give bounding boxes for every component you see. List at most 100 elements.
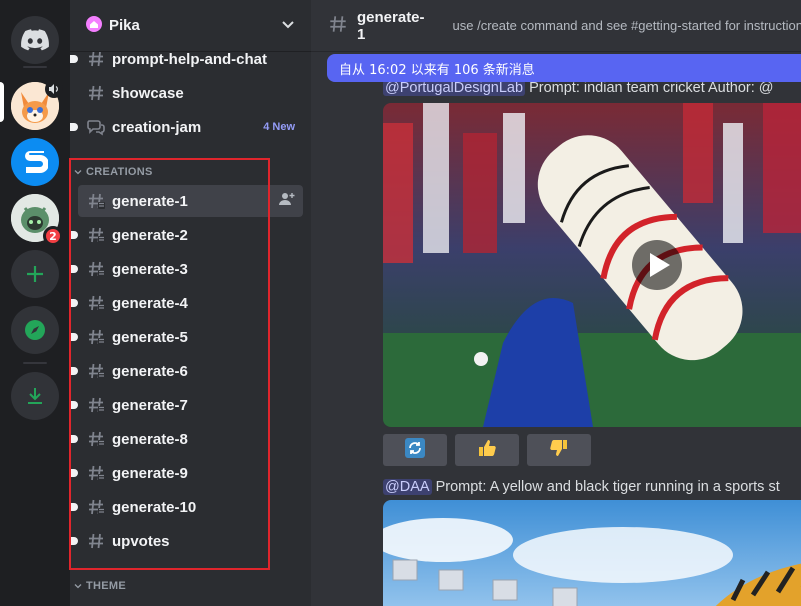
channel-label: generate-10 <box>112 498 197 516</box>
channel-title: generate-1 <box>357 8 425 43</box>
new-messages-label: 自从 16:02 以来有 106 条新消息 <box>339 62 535 78</box>
add-server-button[interactable] <box>11 250 59 298</box>
mention-badge: 2 <box>43 226 63 246</box>
download-apps-button[interactable] <box>11 372 59 420</box>
reaction-button-row <box>383 434 591 466</box>
channel-label: showcase <box>112 84 184 102</box>
message-text: Prompt: A yellow and black tiger running… <box>435 479 780 495</box>
guild-header[interactable]: Pika <box>70 0 311 52</box>
channel-generate-3[interactable]: generate-3 <box>70 253 303 285</box>
speaker-icon <box>45 80 63 98</box>
add-member-icon[interactable] <box>279 191 295 211</box>
unread-indicator <box>70 55 78 63</box>
new-posts-tag: 4 New <box>263 121 295 133</box>
explore-servers-button[interactable] <box>11 306 59 354</box>
channel-generate-6[interactable]: generate-6 <box>70 355 303 387</box>
image-attachment[interactable] <box>383 500 801 606</box>
hash-icon <box>327 13 349 39</box>
channel-label: generate-4 <box>112 294 188 312</box>
user-mention[interactable]: @PortugalDesignLab <box>383 80 526 96</box>
unread-indicator <box>70 537 78 545</box>
hash-icon <box>86 259 106 279</box>
channel-label: prompt-help-and-chat <box>112 50 267 68</box>
channel-label: generate-8 <box>112 430 188 448</box>
download-icon <box>25 386 45 406</box>
channel-label: generate-6 <box>112 362 188 380</box>
message-text: Prompt: indian team cricket Author: @ <box>529 80 774 96</box>
unread-indicator <box>70 401 78 409</box>
channel-label: upvotes <box>112 532 170 550</box>
guild-name: Pika <box>109 17 140 34</box>
chevron-down-icon <box>74 170 82 175</box>
plus-icon <box>25 264 45 284</box>
tiger-image-thumbnail <box>383 500 801 606</box>
category-label: THEME <box>86 580 126 592</box>
shapes-server-icon <box>22 147 48 177</box>
video-attachment[interactable] <box>383 103 801 427</box>
channel-topic[interactable]: use /create command and see #getting-sta… <box>453 18 801 33</box>
channel-generate-2[interactable]: generate-2 <box>70 219 303 251</box>
refresh-button[interactable] <box>383 434 447 466</box>
unread-indicator <box>70 299 78 307</box>
channel-label: generate-2 <box>112 226 188 244</box>
hash-icon <box>86 531 106 551</box>
hash-icon <box>86 83 106 103</box>
discord-logo-icon <box>21 29 49 51</box>
thumbs-down-icon <box>549 438 569 462</box>
channel-upvotes[interactable]: upvotes <box>70 525 303 557</box>
hash-icon <box>86 191 106 211</box>
channel-generate-7[interactable]: generate-7 <box>70 389 303 421</box>
hash-icon <box>86 463 106 483</box>
unread-indicator <box>70 435 78 443</box>
channel-label: generate-3 <box>112 260 188 278</box>
cricket-video-thumbnail <box>383 103 801 427</box>
hash-icon <box>86 49 106 69</box>
message-content: @DAA Prompt: A yellow and black tiger ru… <box>383 479 780 495</box>
channel-sidebar: Pika prompt-help-and-chat showcase creat… <box>70 0 311 606</box>
selected-server-pill <box>0 82 4 122</box>
category-theme[interactable]: THEME <box>74 577 126 595</box>
message-content: @PortugalDesignLab Prompt: indian team c… <box>383 80 774 96</box>
server-pika[interactable] <box>11 80 63 130</box>
channel-generate-1[interactable]: generate-1 <box>78 185 303 217</box>
downvote-button[interactable] <box>527 434 591 466</box>
discord-window: 2 Pika prompt-help-and-chat showcase cre… <box>0 0 801 606</box>
channel-showcase[interactable]: showcase <box>78 77 303 109</box>
rail-separator <box>23 362 47 364</box>
hash-icon <box>86 225 106 245</box>
unread-indicator <box>70 503 78 511</box>
chevron-down-icon <box>74 584 82 589</box>
hash-icon <box>86 429 106 449</box>
house-icon <box>86 15 102 36</box>
hash-icon <box>86 395 106 415</box>
channel-label: generate-1 <box>112 192 188 210</box>
server-shapes[interactable] <box>11 138 59 186</box>
unread-indicator <box>70 265 78 273</box>
chevron-down-icon <box>281 16 295 35</box>
unread-indicator <box>70 367 78 375</box>
compass-icon <box>24 319 46 341</box>
category-creations[interactable]: CREATIONS <box>74 163 153 181</box>
thumbs-up-icon <box>477 438 497 462</box>
forum-icon <box>86 117 106 137</box>
unread-indicator <box>70 333 78 341</box>
server-bot[interactable]: 2 <box>11 194 63 246</box>
channel-label: generate-9 <box>112 464 188 482</box>
chat-area: generate-1 use /create command and see #… <box>311 0 801 606</box>
rail-separator <box>23 66 47 68</box>
channel-generate-5[interactable]: generate-5 <box>70 321 303 353</box>
discord-home-button[interactable] <box>11 16 59 64</box>
channel-generate-10[interactable]: generate-10 <box>70 491 303 523</box>
upvote-button[interactable] <box>455 434 519 466</box>
server-rail: 2 <box>0 0 70 606</box>
channel-generate-4[interactable]: generate-4 <box>70 287 303 319</box>
channel-generate-9[interactable]: generate-9 <box>70 457 303 489</box>
category-label: CREATIONS <box>86 166 153 178</box>
channel-creation-jam[interactable]: creation-jam 4 New <box>70 111 303 143</box>
channel-header: generate-1 use /create command and see #… <box>311 0 801 52</box>
new-messages-bar[interactable]: 自从 16:02 以来有 106 条新消息 <box>327 54 801 82</box>
channel-generate-8[interactable]: generate-8 <box>70 423 303 455</box>
channel-label: generate-5 <box>112 328 188 346</box>
user-mention[interactable]: @DAA <box>383 479 432 495</box>
refresh-icon <box>405 438 425 462</box>
